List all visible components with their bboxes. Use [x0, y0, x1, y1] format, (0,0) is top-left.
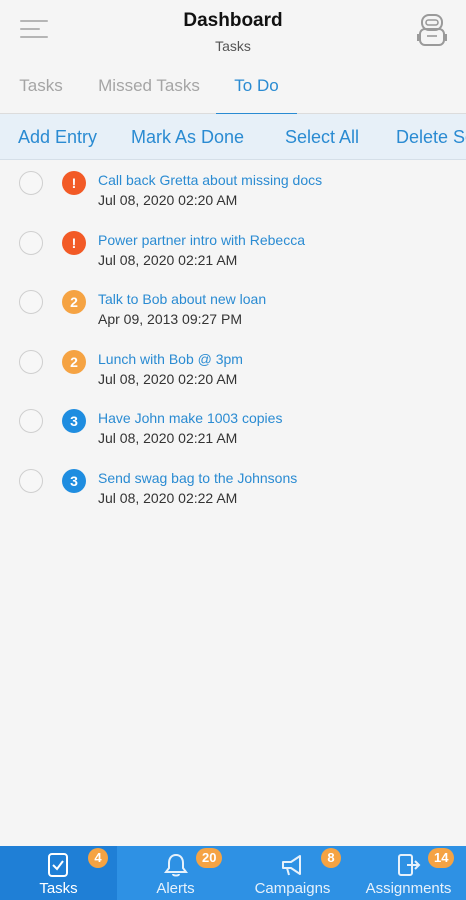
- task-title[interactable]: Send swag bag to the Johnsons: [98, 470, 297, 486]
- nav-campaigns-label: Campaigns: [254, 880, 331, 897]
- tab-tasks[interactable]: Tasks: [18, 62, 64, 113]
- bottom-navigation: 4 Tasks 20 Alerts 8 Campaigns 14 Assignm…: [0, 846, 466, 900]
- bell-icon: [164, 853, 188, 877]
- task-list: ! Call back Gretta about missing docs Jul …: [0, 162, 466, 519]
- tab-bar: Tasks Missed Tasks To Do: [0, 62, 466, 115]
- task-row[interactable]: 2 Lunch with Bob @ 3pm Jul 08, 2020 02:20 …: [0, 341, 466, 401]
- megaphone-icon: [282, 855, 301, 876]
- task-title[interactable]: Lunch with Bob @ 3pm: [98, 351, 243, 367]
- task-date: Jul 08, 2020 02:21 AM: [98, 251, 238, 268]
- task-title[interactable]: Talk to Bob about new loan: [98, 291, 266, 307]
- task-row[interactable]: ! Call back Gretta about missing docs Jul …: [0, 162, 466, 222]
- task-checklist-icon: [48, 853, 68, 877]
- mark-as-done-button[interactable]: Mark As Done: [131, 114, 244, 159]
- task-row[interactable]: 3 Send swag bag to the Johnsons Jul 08, 20…: [0, 460, 466, 520]
- nav-campaigns-badge: 8: [321, 848, 341, 868]
- page-title: Dashboard: [183, 10, 283, 31]
- task-row[interactable]: 2 Talk to Bob about new loan Apr 09, 2013 …: [0, 281, 466, 341]
- task-row[interactable]: ! Power partner intro with Rebecca Jul 08,…: [0, 222, 466, 282]
- select-all-button[interactable]: Select All: [285, 114, 359, 159]
- nav-tasks-label: Tasks: [39, 880, 78, 897]
- app-header: Dashboard Tasks: [0, 0, 466, 62]
- delete-selected-button[interactable]: Delete Se: [396, 114, 466, 159]
- task-row[interactable]: 3 Have John make 1003 copies Jul 08, 2020 …: [0, 400, 466, 460]
- nav-alerts-label: Alerts: [156, 880, 195, 897]
- priority-badge: !: [62, 230, 86, 255]
- task-date: Jul 08, 2020 02:20 AM: [98, 192, 238, 208]
- priority-badge: !: [62, 171, 86, 195]
- export-door-icon: [398, 854, 421, 876]
- task-date: Jul 08, 2020 02:20 AM: [98, 370, 238, 387]
- task-checkbox[interactable]: [19, 171, 43, 195]
- task-checkbox[interactable]: [19, 349, 43, 374]
- tab-missed-tasks[interactable]: Missed Tasks: [94, 62, 204, 113]
- page-subtitle: Tasks: [215, 38, 251, 54]
- task-title[interactable]: Have John make 1003 copies: [98, 410, 282, 426]
- task-title[interactable]: Call back Gretta about missing docs: [98, 172, 322, 188]
- task-title[interactable]: Power partner intro with Rebecca: [98, 232, 305, 248]
- tab-to-do[interactable]: To Do: [216, 62, 297, 115]
- nav-alerts[interactable]: 20 Alerts: [117, 846, 234, 900]
- priority-badge: 2: [62, 349, 86, 374]
- task-checkbox[interactable]: [19, 230, 43, 255]
- priority-badge: 3: [62, 468, 86, 493]
- action-bar: Add Entry Mark As Done Select All Delete…: [0, 114, 466, 160]
- nav-alerts-badge: 20: [196, 848, 223, 868]
- task-date: Jul 08, 2020 02:21 AM: [98, 430, 238, 446]
- task-checkbox[interactable]: [19, 468, 43, 493]
- add-entry-button[interactable]: Add Entry: [18, 114, 97, 159]
- priority-badge: 3: [62, 409, 86, 433]
- task-checkbox[interactable]: [19, 409, 43, 433]
- nav-tasks[interactable]: 4 Tasks: [0, 846, 117, 900]
- priority-badge: 2: [62, 290, 86, 314]
- nav-tasks-badge: 4: [88, 848, 108, 868]
- task-date: Jul 08, 2020 02:22 AM: [98, 489, 238, 506]
- task-date: Apr 09, 2013 09:27 PM: [98, 311, 242, 327]
- nav-assignments[interactable]: 14 Assignments: [351, 846, 466, 900]
- nav-campaigns[interactable]: 8 Campaigns: [234, 846, 351, 900]
- nav-assignments-label: Assignments: [365, 880, 452, 897]
- nav-assignments-badge: 14: [428, 848, 455, 868]
- robot-avatar-icon[interactable]: [416, 12, 448, 48]
- task-checkbox[interactable]: [19, 290, 43, 314]
